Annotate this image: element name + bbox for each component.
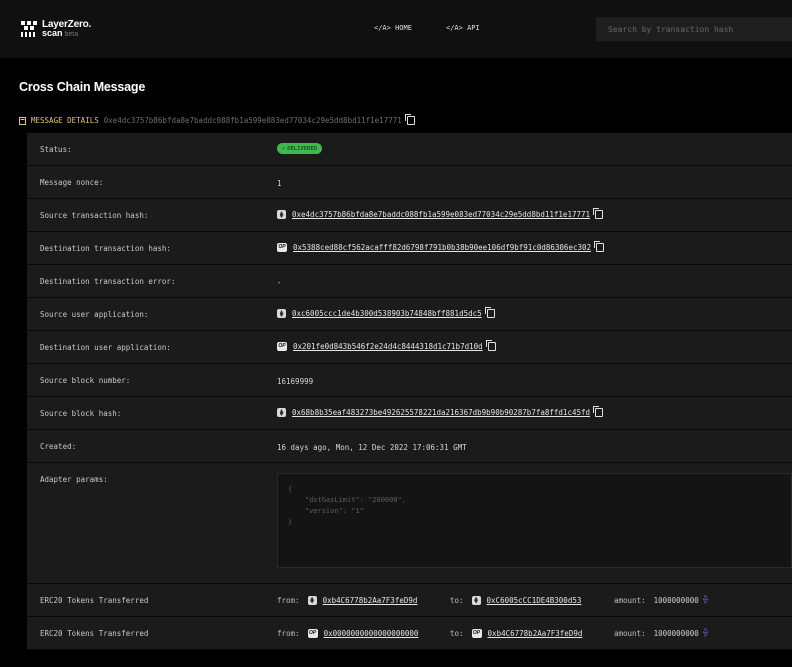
erc20-label: ERC20 Tokens Transferred	[40, 629, 149, 638]
to-label: to:	[450, 628, 464, 638]
destination-error-label: Destination transaction error:	[40, 277, 176, 286]
section-label: MESSAGE DETAILS	[31, 116, 99, 125]
optimism-icon: OP	[277, 342, 287, 351]
destination-app-link[interactable]: 0x201fe0d843b546f2e24d4c8444318d1c71b7d1…	[293, 342, 483, 351]
ethereum-icon	[471, 595, 481, 605]
to-address-link[interactable]: 0xb4C6778b2Aa7F3feD9d	[488, 629, 583, 638]
created-label: Created:	[40, 442, 77, 451]
nav-api-link[interactable]: </A> API	[446, 24, 480, 32]
message-icon	[19, 116, 26, 125]
message-details-table: Status: ✓ DELIVERED Message nonce: 1 Sour…	[27, 133, 792, 650]
ethereum-icon	[277, 309, 286, 318]
message-details-header: MESSAGE DETAILS 0xe4dc3757b86bfda8e7badd…	[19, 114, 415, 125]
adapter-params-box[interactable]: { "dstGasLimit": "200000", "version": "1…	[277, 473, 792, 568]
copy-icon[interactable]	[404, 114, 415, 125]
block-hash-row: Source block hash: 0x68b8b35eaf483273be4…	[27, 397, 792, 430]
search-input[interactable]	[596, 17, 792, 41]
erc20-label: ERC20 Tokens Transferred	[40, 596, 149, 605]
destination-tx-row: Destination transaction hash: OP 0x5388ce…	[27, 232, 792, 265]
erc20-transfer-row: ERC20 Tokens Transferred from: OP 0x000000…	[27, 617, 792, 650]
nonce-value: 1	[277, 179, 282, 188]
amount-value: 1000000000	[653, 628, 699, 638]
ethereum-icon	[307, 595, 317, 605]
source-app-label: Source user application:	[40, 310, 149, 319]
source-app-link[interactable]: 0xc6005ccc1de4b300d538903b74848bff881d5d…	[292, 309, 482, 318]
block-number-label: Source block number:	[40, 376, 131, 385]
block-hash-link[interactable]: 0x68b8b35eaf483273be492625578221da216367…	[292, 408, 590, 417]
created-value: 16 days ago, Mon, 12 Dec 2022 17:06:31 G…	[277, 443, 467, 452]
nonce-label: Message nonce:	[40, 178, 104, 187]
erc20-transfer-row: ERC20 Tokens Transferred from: 0xb4C6778b…	[27, 584, 792, 617]
destination-tx-link[interactable]: 0x5388ced88cf562acafff82d6798f791b0b38b9…	[293, 243, 591, 252]
source-tx-link[interactable]: 0xe4dc3757b86bfda8e7baddc088fb1a599e083e…	[292, 210, 590, 219]
check-icon: ✓	[282, 145, 286, 152]
from-label: from:	[277, 595, 300, 605]
destination-error-value: -	[277, 278, 282, 287]
adapter-params-label: Adapter params:	[40, 475, 108, 484]
block-hash-label: Source block hash:	[40, 409, 122, 418]
status-label: Status:	[40, 145, 72, 154]
amount-label: amount:	[614, 595, 646, 605]
beta-badge: beta	[64, 31, 79, 38]
optimism-icon: OP	[471, 628, 482, 638]
ethereum-icon	[277, 210, 286, 219]
status-row: Status: ✓ DELIVERED	[27, 133, 792, 166]
destination-app-label: Destination user application:	[40, 343, 171, 352]
logo-sub: scan	[42, 28, 63, 38]
to-address-link[interactable]: 0xC6005cCC1DE4B300d53	[487, 596, 582, 605]
optimism-icon: OP	[277, 243, 287, 252]
token-icon: ⟠	[702, 627, 709, 638]
layerzero-logo-icon	[21, 21, 37, 37]
source-app-row: Source user application: 0xc6005ccc1de4b…	[27, 298, 792, 331]
ethereum-icon	[277, 408, 286, 417]
copy-icon[interactable]	[594, 241, 605, 252]
block-number-value: 16169999	[277, 377, 314, 386]
nonce-row: Message nonce: 1	[27, 166, 792, 199]
amount-value: 1000000000	[653, 595, 699, 605]
nav-home-link[interactable]: </A> HOME	[374, 24, 412, 32]
destination-app-row: Destination user application: OP 0x201fe0…	[27, 331, 792, 364]
adapter-params-row: Adapter params: { "dstGasLimit": "200000…	[27, 463, 792, 584]
destination-error-row: Destination transaction error: -	[27, 265, 792, 298]
token-icon: ⟠	[702, 594, 709, 605]
copy-icon[interactable]	[484, 307, 495, 318]
copy-icon[interactable]	[593, 406, 604, 417]
from-address-link[interactable]: 0x0000000000000000000	[324, 629, 419, 638]
source-tx-row: Source transaction hash: 0xe4dc3757b86bf…	[27, 199, 792, 232]
created-row: Created: 16 days ago, Mon, 12 Dec 2022 1…	[27, 430, 792, 463]
optimism-icon: OP	[307, 628, 318, 638]
status-badge: ✓ DELIVERED	[277, 143, 323, 154]
layerzero-logo[interactable]: LayerZero. scan beta	[20, 20, 91, 39]
from-address-link[interactable]: 0xb4C6778b2Aa7F3feD9d	[323, 596, 418, 605]
source-tx-label: Source transaction hash:	[40, 211, 149, 220]
copy-icon[interactable]	[593, 208, 604, 219]
amount-label: amount:	[614, 628, 646, 638]
block-number-row: Source block number: 16169999	[27, 364, 792, 397]
copy-icon[interactable]	[485, 340, 496, 351]
status-value: DELIVERED	[287, 145, 318, 152]
top-navbar: LayerZero. scan beta </A> HOME </A> API	[0, 0, 792, 58]
page-title: Cross Chain Message	[19, 80, 146, 94]
message-hash: 0xe4dc3757b86bfda8e7baddc088fb1a599e083e…	[103, 116, 402, 125]
destination-tx-label: Destination transaction hash:	[40, 244, 171, 253]
to-label: to:	[450, 595, 464, 605]
from-label: from:	[277, 628, 300, 638]
